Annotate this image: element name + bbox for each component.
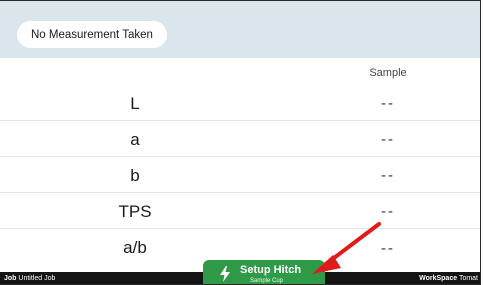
row-value: --: [381, 239, 395, 257]
workspace-info: WorkSpace Tomat: [419, 275, 478, 282]
table-row: L --: [0, 87, 480, 121]
row-label: a/b: [123, 238, 147, 257]
job-info: Job Untitled Job: [4, 275, 55, 282]
row-value: --: [381, 131, 395, 148]
job-label: Job: [4, 275, 17, 282]
measurement-status-badge: No Measurement Taken: [17, 21, 167, 48]
row-label: a: [130, 129, 140, 149]
job-name: Untitled Job: [18, 275, 56, 282]
row-value: --: [381, 167, 395, 184]
table-row: a --: [0, 123, 480, 157]
setup-hitch-title: Setup Hitch: [240, 264, 302, 276]
row-value: --: [381, 203, 395, 220]
sample-column-header: Sample: [369, 67, 407, 79]
row-label: L: [130, 93, 140, 113]
measurement-panel: No Measurement Taken Sample L -- a -- b …: [0, 0, 481, 285]
setup-hitch-subtitle: Sample Cup: [250, 278, 284, 284]
table-row: TPS --: [0, 195, 480, 229]
table-row: b --: [0, 159, 480, 193]
header-band: No Measurement Taken: [0, 1, 480, 58]
setup-hitch-button[interactable]: Setup Hitch Sample Cup: [203, 260, 325, 284]
row-label: b: [130, 165, 140, 185]
measurement-status-text: No Measurement Taken: [31, 28, 153, 41]
row-label: TPS: [118, 201, 152, 221]
workspace-label: WorkSpace: [419, 275, 458, 282]
row-value: --: [381, 95, 395, 112]
workspace-name: Tomat: [458, 275, 478, 282]
lightning-bolt-icon: [220, 266, 230, 282]
